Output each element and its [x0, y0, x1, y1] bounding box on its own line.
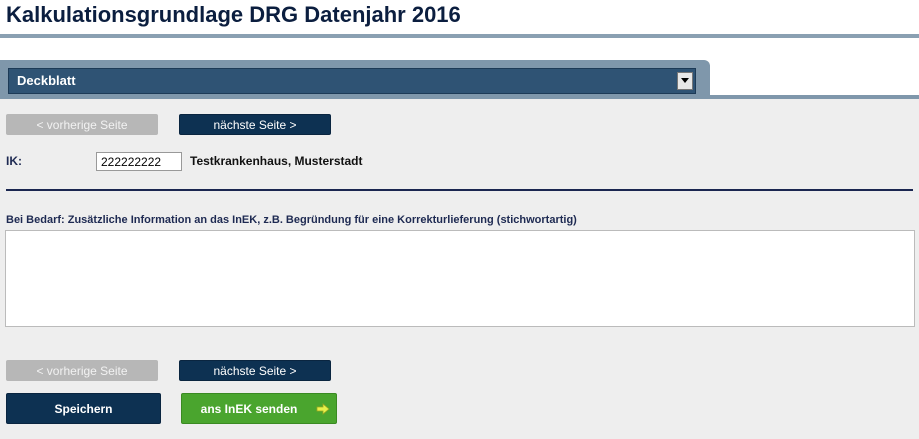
hospital-name: Testkrankenhaus, Musterstadt [190, 154, 363, 168]
arrow-right-icon [316, 403, 330, 418]
next-page-button-bottom[interactable]: nächste Seite > [179, 360, 331, 381]
info-label: Bei Bedarf: Zusätzliche Information an d… [6, 214, 577, 226]
form-content: < vorherige Seite nächste Seite > IK: Te… [0, 99, 919, 439]
save-button-label: Speichern [54, 401, 113, 416]
prev-page-button-bottom[interactable]: < vorherige Seite [6, 360, 158, 381]
prev-page-button-top[interactable]: < vorherige Seite [6, 114, 158, 135]
section-divider [6, 189, 913, 191]
page-select-dropdown[interactable]: Deckblatt [8, 68, 696, 94]
next-page-button-top[interactable]: nächste Seite > [179, 114, 331, 135]
ik-label: IK: [6, 154, 22, 168]
info-textarea[interactable] [5, 230, 915, 327]
page-title: Kalkulationsgrundlage DRG Datenjahr 2016 [6, 2, 461, 27]
title-divider [0, 34, 919, 38]
send-button-label: ans InEK senden [200, 401, 298, 416]
save-button[interactable]: Speichern [6, 393, 161, 424]
page-select-value: Deckblatt [17, 73, 76, 88]
send-to-inek-button[interactable]: ans InEK senden [181, 393, 337, 424]
chevron-down-icon[interactable] [677, 72, 693, 90]
ik-field[interactable] [96, 152, 182, 171]
